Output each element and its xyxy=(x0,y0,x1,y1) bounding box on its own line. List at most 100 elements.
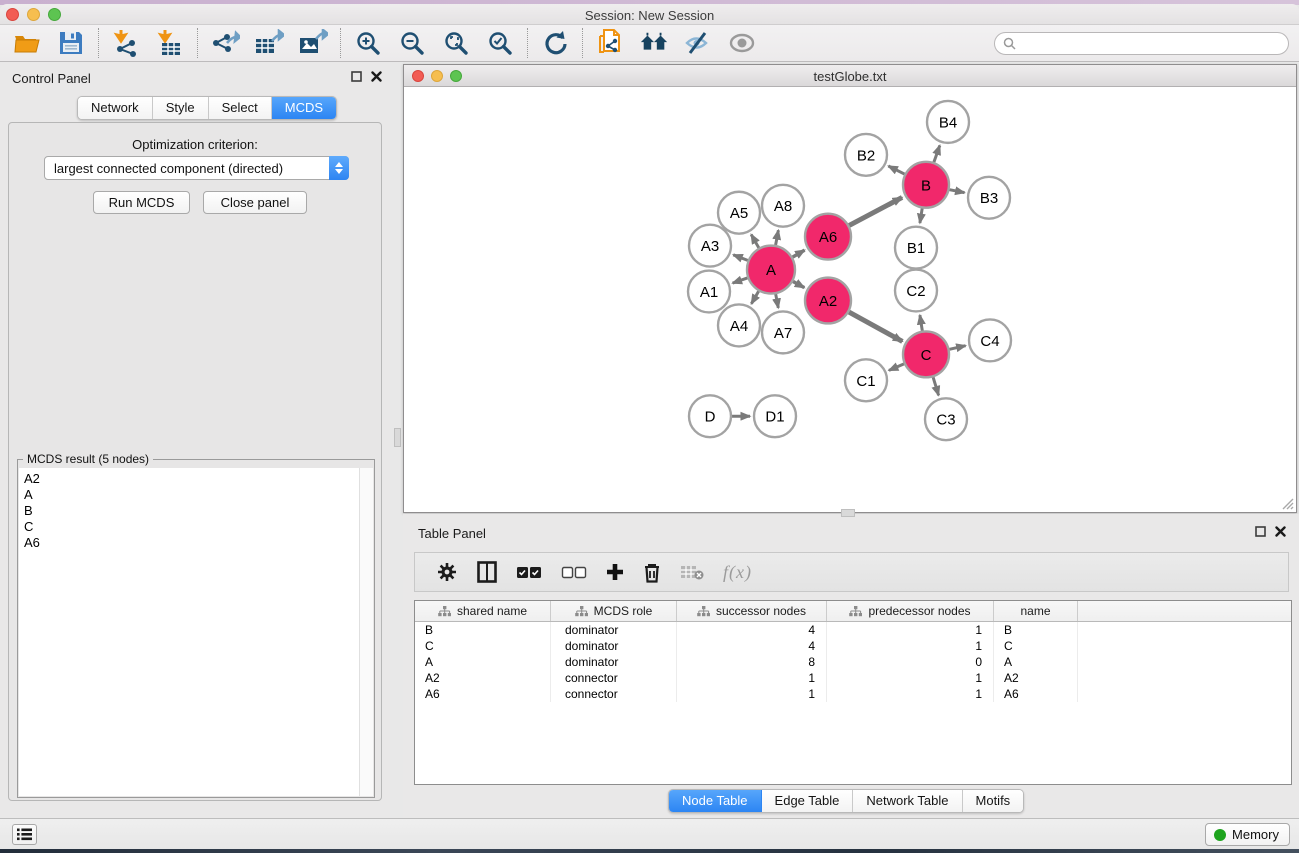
table-row[interactable]: C dominator 4 1 C xyxy=(415,638,1291,654)
float-table-panel-icon[interactable] xyxy=(1255,526,1266,537)
export-table-icon[interactable] xyxy=(254,28,284,58)
mcds-result-item[interactable]: A2 xyxy=(24,471,359,487)
graph-edge-B-B3[interactable] xyxy=(950,190,965,193)
run-mcds-button[interactable]: Run MCDS xyxy=(93,191,190,214)
memory-label: Memory xyxy=(1232,827,1279,842)
network-canvas[interactable]: B4B2BB3A5A8A3A6B1AA1A2C2A4A7CC4C1C3DD1 xyxy=(404,87,1296,512)
table-row[interactable]: A6 connector 1 1 A6 xyxy=(415,686,1291,702)
graph-edge-A-A8[interactable] xyxy=(776,230,779,245)
graph-node-label-D: D xyxy=(705,409,716,426)
close-panel-icon[interactable] xyxy=(371,71,382,82)
show-columns-icon[interactable] xyxy=(477,561,497,583)
node-table: shared name MCDS role successor nodes pr… xyxy=(414,600,1292,785)
graph-edge-A-A6[interactable] xyxy=(793,250,805,257)
mcds-result-item[interactable]: C xyxy=(24,519,359,535)
network-graph[interactable]: B4B2BB3A5A8A3A6B1AA1A2C2A4A7CC4C1C3DD1 xyxy=(404,87,1296,512)
mcds-result-item[interactable]: B xyxy=(24,503,359,519)
criterion-dropdown[interactable]: largest connected component (directed) xyxy=(44,156,349,180)
close-table-panel-icon[interactable] xyxy=(1275,526,1286,537)
hierarchy-icon xyxy=(438,606,451,617)
float-panel-icon[interactable] xyxy=(351,71,362,82)
graph-edge-A2-C[interactable] xyxy=(849,312,902,341)
table-toolbar: f(x) xyxy=(414,552,1289,592)
tab-select[interactable]: Select xyxy=(209,97,272,119)
column-settings-gear-icon[interactable] xyxy=(436,561,458,583)
graph-node-label-C: C xyxy=(921,347,932,364)
mcds-result-item[interactable]: A xyxy=(24,487,359,503)
horizontal-splitter-handle[interactable] xyxy=(841,509,855,517)
column-header-predecessor-nodes[interactable]: predecessor nodes xyxy=(827,601,994,621)
column-header-shared-name[interactable]: shared name xyxy=(415,601,551,621)
select-all-columns-icon[interactable] xyxy=(516,566,542,579)
open-session-icon[interactable] xyxy=(12,28,42,58)
zoom-selected-icon[interactable] xyxy=(485,28,515,58)
table-row[interactable]: A2 connector 1 1 A2 xyxy=(415,670,1291,686)
graph-node-label-A1: A1 xyxy=(700,284,718,301)
mcds-result-list[interactable]: A2 A B C A6 xyxy=(19,468,359,796)
show-task-history-button[interactable] xyxy=(12,824,37,845)
zoom-in-icon[interactable] xyxy=(353,28,383,58)
app-titlebar[interactable]: Session: New Session xyxy=(0,4,1299,25)
tab-network-table[interactable]: Network Table xyxy=(853,790,962,812)
graph-edge-C-C3[interactable] xyxy=(933,377,939,395)
hide-graphics-icon[interactable] xyxy=(683,28,713,58)
tab-network[interactable]: Network xyxy=(78,97,153,119)
column-header-mcds-role[interactable]: MCDS role xyxy=(551,601,677,621)
unselect-all-columns-icon[interactable] xyxy=(561,566,587,579)
memory-button[interactable]: Memory xyxy=(1205,823,1290,846)
new-network-from-selection-icon[interactable] xyxy=(595,28,625,58)
zoom-out-icon[interactable] xyxy=(397,28,427,58)
import-network-icon[interactable] xyxy=(111,28,141,58)
create-column-icon[interactable] xyxy=(606,563,624,581)
graph-edge-A6-B[interactable] xyxy=(849,197,902,225)
close-panel-button[interactable]: Close panel xyxy=(203,191,307,214)
export-network-icon[interactable] xyxy=(210,28,240,58)
export-image-icon[interactable] xyxy=(298,28,328,58)
graph-edge-C-C1[interactable] xyxy=(889,364,904,371)
window-title: Session: New Session xyxy=(0,8,1299,23)
column-header-successor-nodes[interactable]: successor nodes xyxy=(677,601,827,621)
table-row[interactable]: A dominator 8 0 A xyxy=(415,654,1291,670)
search-field[interactable] xyxy=(994,32,1289,55)
tab-node-table[interactable]: Node Table xyxy=(669,790,762,812)
delete-columns-icon[interactable] xyxy=(643,562,661,583)
save-session-icon[interactable] xyxy=(56,28,86,58)
show-graphics-icon[interactable] xyxy=(727,28,757,58)
apply-layout-icon[interactable] xyxy=(540,28,570,58)
tab-motifs[interactable]: Motifs xyxy=(963,790,1024,812)
window-resize-grip-icon[interactable] xyxy=(1279,495,1294,510)
tab-style[interactable]: Style xyxy=(153,97,209,119)
graph-edge-B-B1[interactable] xyxy=(920,208,922,223)
graph-edge-A-A5[interactable] xyxy=(751,234,759,247)
graph-edge-A-A4[interactable] xyxy=(751,291,758,304)
vertical-splitter-handle[interactable] xyxy=(394,428,401,447)
column-header-name[interactable]: name xyxy=(994,601,1078,621)
function-builder-icon[interactable]: f(x) xyxy=(723,562,752,583)
list-icon xyxy=(17,828,32,841)
graph-node-label-B3: B3 xyxy=(980,190,998,207)
graph-node-label-C2: C2 xyxy=(906,283,925,300)
import-table-icon[interactable] xyxy=(155,28,185,58)
tab-edge-table[interactable]: Edge Table xyxy=(762,790,854,812)
delete-table-icon[interactable] xyxy=(680,564,704,580)
network-window-titlebar[interactable]: testGlobe.txt xyxy=(404,65,1296,87)
graph-edge-B-B2[interactable] xyxy=(888,166,904,174)
graph-edge-C-C4[interactable] xyxy=(949,346,965,350)
zoom-fit-icon[interactable] xyxy=(441,28,471,58)
tab-mcds[interactable]: MCDS xyxy=(272,97,336,119)
graph-node-label-C4: C4 xyxy=(980,333,999,350)
graph-edge-A-A2[interactable] xyxy=(793,281,804,287)
search-icon xyxy=(1003,37,1016,50)
graph-edge-C-C2[interactable] xyxy=(920,315,922,331)
graph-edge-A-A1[interactable] xyxy=(733,278,748,283)
mcds-result-item[interactable]: A6 xyxy=(24,535,359,551)
mcds-result-scrollbar[interactable] xyxy=(359,468,373,796)
table-row[interactable]: B dominator 4 1 B xyxy=(415,622,1291,638)
first-neighbors-icon[interactable] xyxy=(639,28,669,58)
search-input[interactable] xyxy=(1021,37,1288,51)
graph-node-label-B: B xyxy=(921,177,931,194)
graph-edge-B-B4[interactable] xyxy=(934,145,940,162)
graph-edge-A-A3[interactable] xyxy=(733,255,747,261)
graph-edge-A-A7[interactable] xyxy=(776,294,779,308)
status-bar: Memory xyxy=(0,818,1299,849)
